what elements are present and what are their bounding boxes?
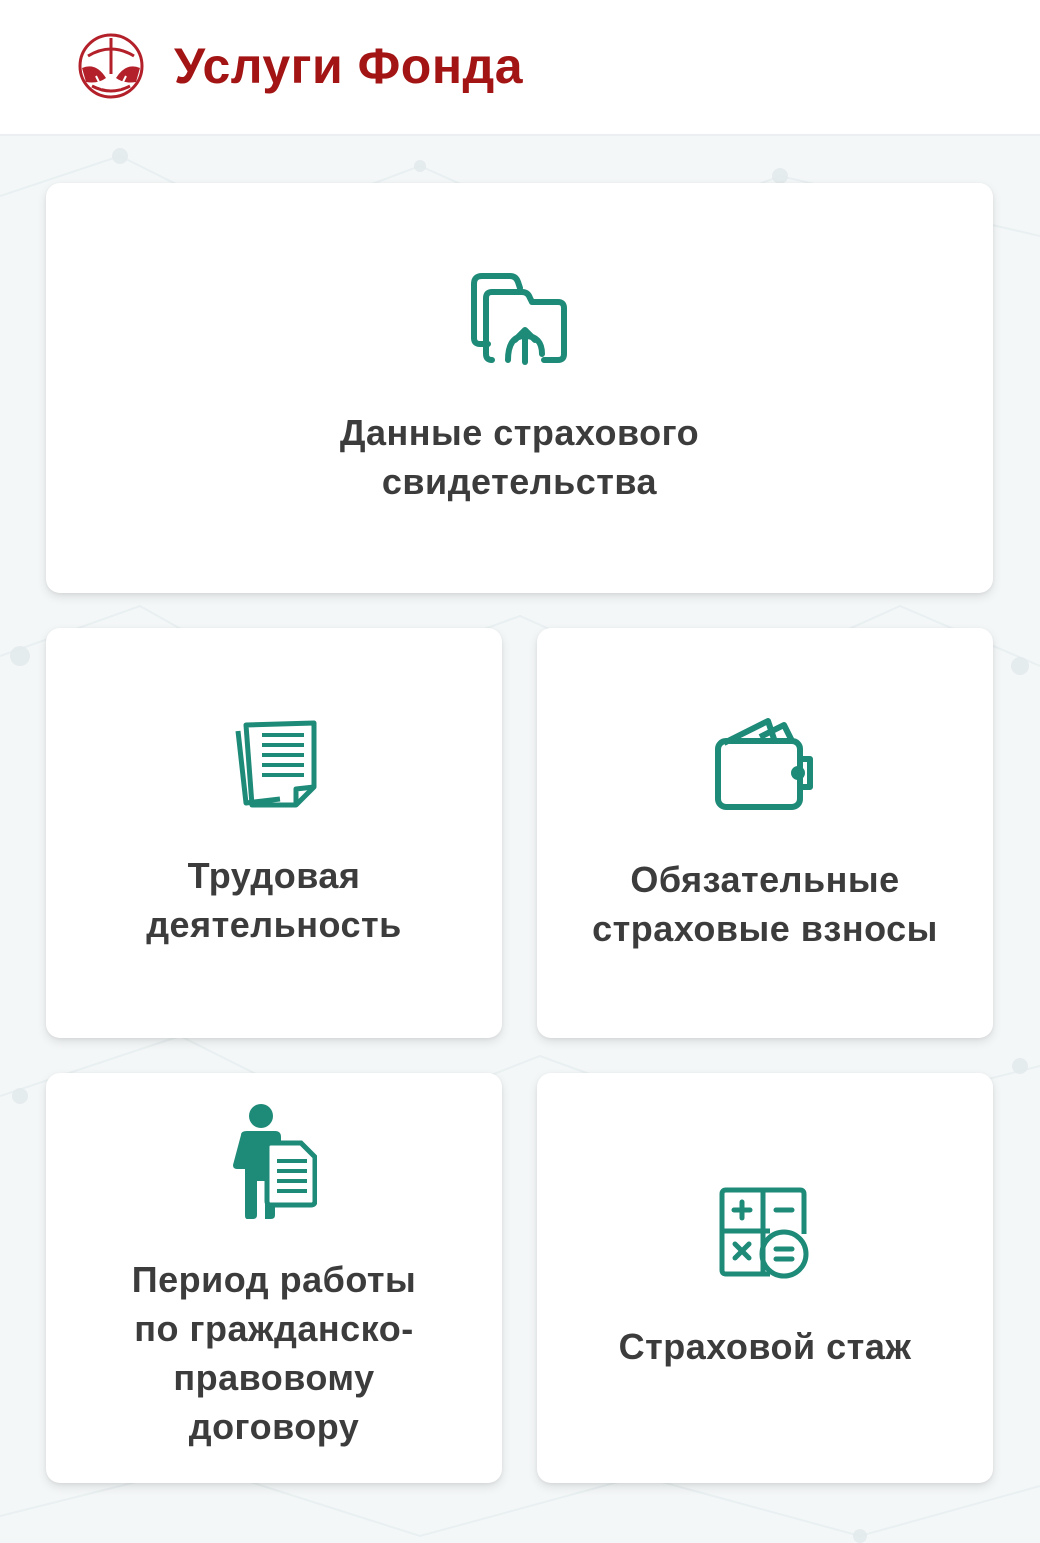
card-insurance-certificate[interactable]: Данные страхового свидетельства	[46, 183, 993, 593]
card-mandatory-contributions[interactable]: Обязательные страховые взносы	[537, 628, 993, 1038]
fund-emblem-icon[interactable]	[72, 32, 150, 100]
documents-icon	[235, 720, 317, 808]
card-label: Период работы по гражданско-правовому до…	[131, 1259, 417, 1447]
app-header: Услуги Фонда	[0, 0, 1040, 136]
card-label: Обязательные страховые взносы	[592, 859, 938, 949]
card-civil-contract-period[interactable]: Период работы по гражданско-правовому до…	[46, 1073, 502, 1483]
card-work-activity[interactable]: Трудовая деятельность	[46, 628, 502, 1038]
card-label: Трудовая деятельность	[146, 855, 402, 945]
page-title: Услуги Фонда	[174, 38, 524, 94]
card-label: Данные страхового свидетельства	[339, 412, 700, 502]
card-label: Страховой стаж	[618, 1325, 912, 1367]
calculator-icon	[719, 1187, 809, 1278]
wallet-icon	[715, 718, 813, 810]
card-insurance-experience[interactable]: Страховой стаж	[537, 1073, 993, 1483]
folder-upload-icon	[470, 273, 567, 365]
person-document-icon	[233, 1104, 317, 1219]
